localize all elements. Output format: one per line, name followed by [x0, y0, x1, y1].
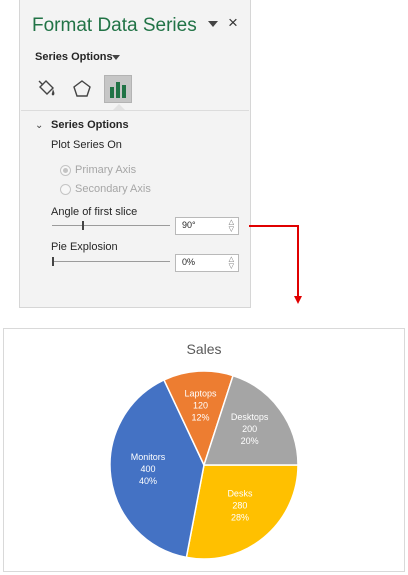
- label-name: Monitors: [131, 452, 166, 462]
- pie-explosion-label: Pie Explosion: [51, 241, 118, 253]
- plot-series-on-label: Plot Series On: [51, 139, 122, 151]
- tab-effects[interactable]: [68, 75, 96, 103]
- connector-line: [249, 225, 299, 227]
- label-value: 200: [242, 424, 257, 434]
- pane-options-dropdown-icon[interactable]: [208, 21, 218, 27]
- label-percent: 40%: [139, 476, 157, 486]
- secondary-axis-label: Secondary Axis: [75, 183, 151, 195]
- section-header-series-options[interactable]: Series Options: [51, 119, 129, 131]
- angle-slider[interactable]: [52, 225, 170, 226]
- spin-down-icon[interactable]: ▽: [229, 226, 234, 233]
- paint-bucket-icon: [38, 80, 55, 96]
- angle-of-first-slice-label: Angle of first slice: [51, 206, 138, 218]
- angle-value[interactable]: 90°: [182, 220, 196, 230]
- series-options-dropdown[interactable]: Series Options: [35, 51, 113, 63]
- explosion-spinbox[interactable]: 0% △ ▽: [175, 254, 239, 272]
- explosion-value[interactable]: 0%: [182, 257, 195, 267]
- pie-chart-svg: Sales Desks 280 28% Monitors 400 40% Laptops 12…: [109, 341, 299, 560]
- secondary-axis-radio[interactable]: [60, 184, 71, 195]
- chevron-down-icon[interactable]: [112, 55, 120, 60]
- close-icon[interactable]: ×: [228, 13, 238, 33]
- label-value: 280: [232, 500, 247, 510]
- spin-up-icon[interactable]: △: [229, 256, 234, 263]
- primary-axis-label: Primary Axis: [75, 164, 137, 176]
- label-value: 120: [193, 401, 208, 411]
- tab-series-options[interactable]: [104, 75, 132, 103]
- angle-spinbox[interactable]: 90° △ ▽: [175, 217, 239, 235]
- explosion-slider[interactable]: [52, 261, 170, 262]
- pentagon-icon: [73, 80, 91, 97]
- tab-fill-line[interactable]: [32, 75, 60, 103]
- angle-slider-thumb[interactable]: [81, 221, 84, 230]
- spin-up-icon[interactable]: △: [229, 219, 234, 226]
- label-value: 400: [141, 464, 156, 474]
- spin-down-icon[interactable]: ▽: [229, 263, 234, 270]
- pie-chart[interactable]: Sales Desks 280 28% Monitors 400 40% Laptops 12…: [3, 328, 405, 572]
- divider: [21, 110, 249, 111]
- explosion-slider-thumb[interactable]: [52, 257, 54, 266]
- label-name: Desktops: [231, 412, 269, 422]
- label-percent: 20%: [241, 436, 259, 446]
- label-name: Laptops: [184, 389, 217, 399]
- pane-title: Format Data Series: [32, 15, 197, 36]
- label-percent: 28%: [231, 512, 249, 522]
- format-data-series-pane: Format Data Series × Series Options ⌄ Se…: [19, 0, 251, 308]
- arrow-down-icon: [294, 296, 302, 304]
- primary-axis-radio[interactable]: [60, 165, 71, 176]
- label-name: Desks: [227, 488, 253, 498]
- bar-chart-icon: [110, 82, 126, 98]
- label-percent: 12%: [191, 413, 209, 423]
- chart-title: Sales: [186, 341, 221, 357]
- connector-line: [297, 225, 299, 296]
- collapse-chevron-icon[interactable]: ⌄: [35, 120, 43, 131]
